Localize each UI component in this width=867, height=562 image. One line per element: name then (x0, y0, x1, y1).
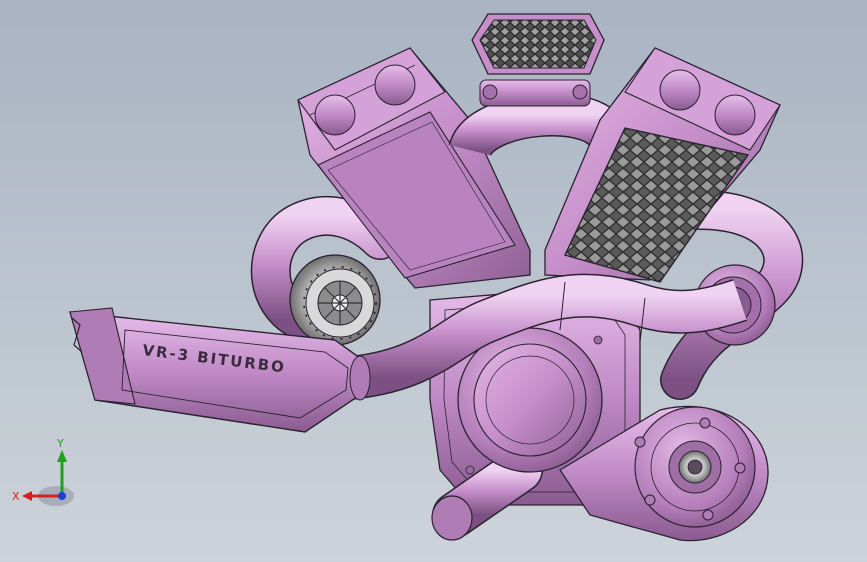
y-axis-label: Y (56, 438, 64, 450)
z-axis-dot-icon (58, 492, 66, 500)
left-turbocharger[interactable] (289, 254, 381, 346)
x-axis-label: X (12, 490, 20, 503)
lower-intake-pipe[interactable] (431, 447, 543, 541)
intake-manifold[interactable] (448, 79, 632, 159)
cad-viewport[interactable]: VR-3 BITURBO Y X (0, 0, 867, 562)
y-axis-arrow-icon (57, 450, 67, 462)
axis-triad: Y X (12, 438, 74, 506)
x-axis-arrow-icon (22, 491, 32, 501)
engine-model[interactable]: VR-3 BITURBO (0, 0, 867, 562)
air-filter[interactable] (471, 13, 605, 75)
